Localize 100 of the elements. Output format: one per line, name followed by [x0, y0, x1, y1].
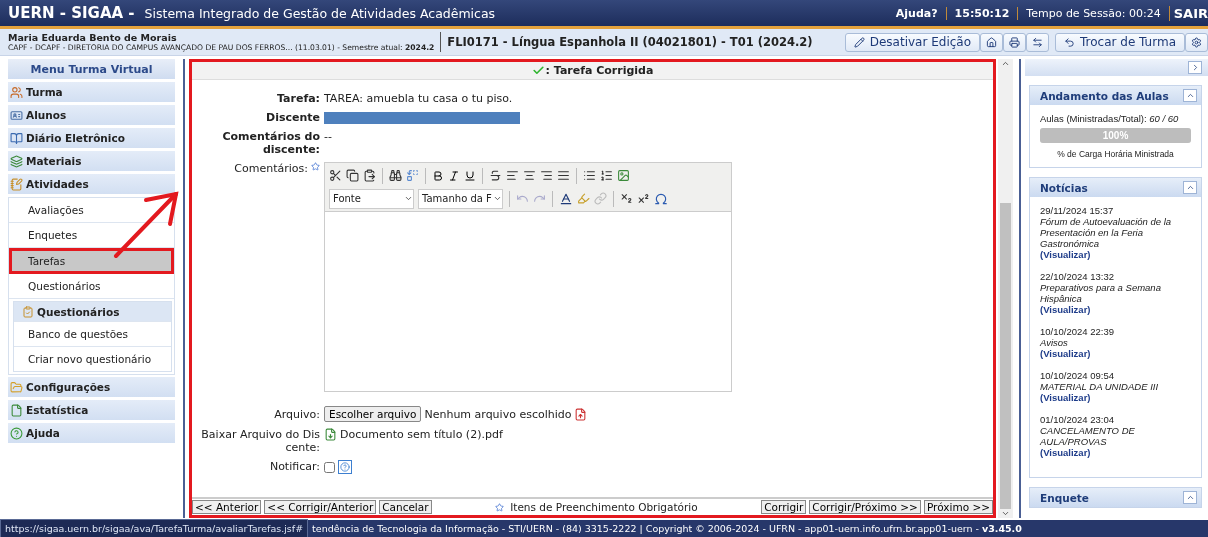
menu-section[interactable]: Estatística — [8, 400, 175, 421]
align-left-icon — [506, 169, 519, 182]
news-date: 22/10/2024 13:32 — [1040, 271, 1115, 282]
dropdown-caret-icon — [493, 194, 502, 203]
annotation-arrow — [112, 188, 182, 260]
checkmark-icon — [531, 64, 545, 77]
back-arrow-icon — [1064, 36, 1075, 48]
required-star-icon — [311, 162, 320, 171]
nav-button[interactable]: Corrigir/Próximo >> — [809, 500, 921, 514]
chevron-up-icon — [1185, 183, 1195, 192]
view-link[interactable]: (Visualizar) — [1040, 249, 1191, 260]
footer-text: tendência de Tecnologia da Informação - STI/UERN - (84) 3315-2222 | Copyright © 2006-2024 - UFRN - app01-uern.info.ufrn.br.app01-uern - v3.45.0 — [312, 523, 1022, 534]
undo-icon — [516, 192, 529, 205]
align-center-icon — [523, 169, 536, 182]
toolbar-button[interactable]: Trocar de Turma — [1055, 32, 1185, 52]
menu-section[interactable]: Alunos — [8, 105, 175, 126]
news-title: Fórum de Autoevaluación de la Presentación en la Feria Gastronómica — [1040, 216, 1173, 249]
settings-button[interactable] — [1185, 32, 1208, 52]
select-value: Tamanho da F — [422, 193, 492, 204]
printer-button[interactable] — [1003, 32, 1026, 52]
font-select[interactable]: Fonte — [329, 188, 414, 209]
logout-link[interactable]: SAIR — [1168, 5, 1208, 21]
menu-section[interactable]: Materiais — [8, 151, 175, 172]
help-button[interactable] — [338, 460, 352, 474]
collapse-button[interactable] — [1183, 89, 1197, 102]
size-select[interactable]: Tamanho da F — [418, 188, 503, 209]
file-status: Nenhum arquivo escolhido — [424, 407, 572, 421]
task-name: TAREA: amuebla tu casa o tu piso. — [324, 92, 514, 105]
file-upload-icon — [574, 407, 588, 421]
justify-icon — [557, 169, 570, 182]
form-title: : Tarefa Corrigida — [192, 62, 993, 80]
swap-arrows-icon — [1032, 36, 1043, 48]
menu-section[interactable]: Configurações — [8, 377, 175, 398]
download-link[interactable]: Documento sem título (2).pdf — [340, 428, 503, 441]
news-date: 10/10/2024 22:39 — [1040, 326, 1115, 337]
align-right-icon — [540, 169, 553, 182]
view-link[interactable]: (Visualizar) — [1040, 447, 1191, 458]
field-label: Arquivo: — [273, 408, 320, 422]
collapse-panel-button[interactable] — [1188, 61, 1202, 74]
card-title: Notícias — [1040, 181, 1088, 194]
pencil-icon — [853, 36, 865, 48]
nav-button[interactable]: Corrigir — [761, 500, 807, 514]
dropdown-caret-icon — [404, 194, 413, 203]
news-date: 01/10/2024 23:04 — [1040, 414, 1115, 425]
field-label: Baixar Arquivo do Discente: — [200, 428, 320, 454]
menu-section[interactable]: Atividades — [8, 174, 175, 195]
notify-checkbox[interactable] — [324, 461, 335, 473]
nav-button[interactable]: << Anterior — [192, 500, 262, 514]
help-link[interactable]: Ajuda? — [887, 6, 946, 20]
redo-icon — [533, 192, 546, 205]
replace-icon — [406, 169, 419, 182]
collapse-button[interactable] — [1183, 491, 1197, 504]
collapse-button[interactable] — [1183, 181, 1197, 194]
strikethrough-icon — [489, 169, 502, 182]
menu-section[interactable]: Diário Eletrônico — [8, 128, 175, 149]
choose-file-button[interactable]: Escolher arquivo — [324, 406, 422, 422]
folder-icon — [10, 380, 23, 394]
menu-item[interactable]: Criar novo questionário — [14, 346, 171, 371]
nav-button[interactable]: Próximo >> — [923, 500, 993, 514]
home-button[interactable] — [980, 32, 1003, 52]
view-link[interactable]: (Visualizar) — [1040, 304, 1191, 315]
copy-icon — [346, 169, 359, 182]
scroll-up-icon — [1001, 59, 1010, 68]
swap-arrows-button[interactable] — [1026, 32, 1049, 52]
progress-percent: 100% — [1101, 129, 1130, 143]
link-icon — [594, 192, 607, 205]
omega-icon — [654, 191, 668, 206]
bold-icon — [432, 169, 444, 182]
news-title: MATERIAL DA UNIDADE III — [1040, 381, 1160, 392]
settings-icon — [1191, 36, 1202, 48]
file-download-icon — [324, 428, 337, 441]
status-url: https://sigaa.uern.br/sigaa/ava/TarefaTurma/avaliarTarefas.jsf# — [0, 519, 309, 537]
scrollbar[interactable] — [998, 59, 1013, 518]
menu-subsection[interactable]: Questionários — [14, 302, 171, 321]
view-link[interactable]: (Visualizar) — [1040, 392, 1191, 403]
rich-text-editor[interactable]: Fonte Tamanho da F — [324, 162, 732, 392]
menu-title: Menu Turma Virtual — [8, 59, 175, 79]
news-title: CANCELAMENTO DE AULA/PROVAS — [1040, 425, 1136, 447]
menu-item[interactable]: Tarefas — [9, 248, 174, 274]
menu-item[interactable]: Banco de questões — [14, 321, 171, 346]
nav-button[interactable]: Cancelar — [379, 500, 432, 514]
chevron-up-icon — [1185, 91, 1195, 100]
stacked-books-icon — [10, 154, 23, 168]
clock: 15:50:12 — [945, 6, 1018, 20]
card-title: Enquete — [1040, 491, 1089, 504]
toolbar-button[interactable]: Desativar Edição — [844, 32, 980, 52]
progress-caption: % de Carga Horária Ministrada — [1056, 149, 1175, 159]
field-label: Comentários: — [234, 162, 308, 175]
numbered-list-icon — [600, 169, 613, 182]
field-label: Tarefa: — [276, 92, 320, 105]
notepad-pencil-icon — [10, 177, 23, 191]
nav-button[interactable]: << Corrigir/Anterior — [264, 500, 377, 514]
bullet-list-icon — [583, 169, 596, 182]
menu-section[interactable]: Ajuda — [8, 423, 175, 444]
cut-icon — [329, 169, 342, 182]
people-icon — [10, 85, 23, 99]
printer-icon — [1009, 36, 1020, 48]
checklist-icon — [22, 305, 34, 318]
menu-section[interactable]: Turma — [8, 82, 175, 103]
view-link[interactable]: (Visualizar) — [1040, 348, 1191, 359]
